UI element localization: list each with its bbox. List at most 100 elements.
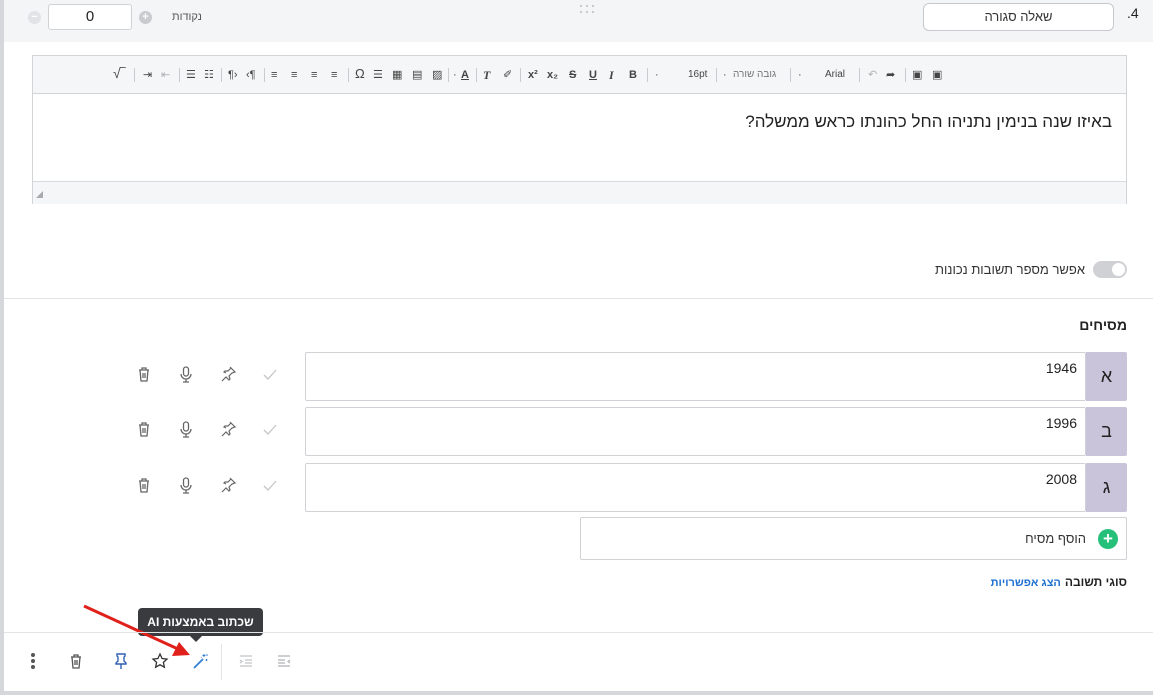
ltr-icon[interactable]: ¶› <box>228 68 238 82</box>
microphone-icon[interactable] <box>177 476 197 496</box>
add-distractor-button[interactable]: + הוסף מסיח <box>580 517 1127 560</box>
font-dropdown-icon[interactable]: · <box>798 68 802 82</box>
copy-icon[interactable]: ▣ <box>932 68 942 82</box>
formula-icon[interactable]: √‾ <box>113 66 125 80</box>
subscript-icon[interactable]: x₂ <box>547 68 558 82</box>
microphone-icon[interactable] <box>177 420 197 440</box>
distractor-input[interactable]: 1996 <box>305 407 1086 456</box>
distractor-input[interactable]: 1946 <box>305 352 1086 401</box>
font-family-select[interactable]: Arial <box>825 68 845 82</box>
toolbar-separator <box>905 68 906 82</box>
section-divider <box>4 298 1153 299</box>
toolbar-separator <box>221 68 222 82</box>
align-center-icon[interactable]: ≡ <box>311 68 317 82</box>
toolbar-separator <box>264 68 265 82</box>
decrease-points-button[interactable]: − <box>28 11 41 24</box>
paste-icon[interactable]: ▣ <box>912 68 922 82</box>
trash-icon[interactable] <box>135 476 155 496</box>
distractor-actions <box>135 365 285 389</box>
microphone-icon[interactable] <box>177 365 197 385</box>
more-dropdown-icon[interactable]: · <box>655 68 659 82</box>
underline-icon[interactable]: U <box>589 68 597 82</box>
ai-magic-wand-icon[interactable] <box>191 652 209 670</box>
list-indent-icon[interactable] <box>237 652 255 670</box>
editor-status-bar <box>33 181 1126 204</box>
distractor-letter: א <box>1086 352 1127 401</box>
rich-text-editor: √‾ ⇥ ⇤ ☰ ☷ ¶› ‹¶ ≡ ≡ ≡ ≡ Ω ☰ ▦ ▤ ▨ · A T… <box>32 55 1127 204</box>
footer-divider <box>4 632 1153 633</box>
numbered-list-icon[interactable]: ☷ <box>204 68 214 82</box>
question-text-editor[interactable]: באיזו שנה בנימין נתניהו החל כהונתו כראש … <box>33 94 1126 181</box>
delete-question-icon[interactable] <box>67 652 85 670</box>
add-distractor-label: הוסף מסיח <box>1025 531 1086 546</box>
list-view-icon[interactable] <box>275 652 293 670</box>
editor-toolbar: √‾ ⇥ ⇤ ☰ ☷ ¶› ‹¶ ≡ ≡ ≡ ≡ Ω ☰ ▦ ▤ ▨ · A T… <box>33 56 1126 94</box>
trash-icon[interactable] <box>135 365 155 385</box>
distractor-letter: ב <box>1086 407 1127 456</box>
check-icon[interactable] <box>261 365 281 385</box>
text-color-icon[interactable]: A <box>461 68 469 82</box>
plus-icon: + <box>1098 529 1118 549</box>
superscript-icon[interactable]: x² <box>528 68 538 82</box>
more-options-icon[interactable] <box>24 652 42 670</box>
pin-icon[interactable] <box>219 365 239 385</box>
horizontal-line-icon[interactable]: ☰ <box>373 68 383 82</box>
distractor-row: 1946 א <box>305 352 1127 401</box>
bulleted-list-icon[interactable]: ☰ <box>186 68 196 82</box>
toolbar-separator <box>134 68 135 82</box>
italic-icon[interactable]: I <box>609 68 614 82</box>
toolbar-separator <box>448 68 449 82</box>
align-right-icon[interactable]: ≡ <box>291 68 297 82</box>
align-justify-icon[interactable]: ≡ <box>271 68 277 82</box>
clear-formatting-icon[interactable]: T <box>483 68 490 82</box>
toolbar-separator <box>790 68 791 82</box>
distractor-value: 2008 <box>1045 471 1077 487</box>
image-icon[interactable]: ▨ <box>432 68 442 82</box>
resize-handle-icon[interactable] <box>36 191 43 198</box>
increase-points-button[interactable]: + <box>139 11 152 24</box>
show-options-link[interactable]: הצג אפשרויות <box>991 577 1061 589</box>
toolbar-separator <box>716 68 717 82</box>
star-icon[interactable] <box>151 652 169 670</box>
bold-icon[interactable]: B <box>629 68 637 82</box>
align-left-icon[interactable]: ≡ <box>331 68 337 82</box>
toolbar-separator <box>348 68 349 82</box>
strikethrough-icon[interactable]: S <box>569 68 576 82</box>
format-painter-icon[interactable]: ✐ <box>503 68 512 82</box>
trash-icon[interactable] <box>135 420 155 440</box>
table-icon[interactable]: ▦ <box>392 68 402 82</box>
question-type-select[interactable]: שאלה סגורה <box>923 3 1114 31</box>
distractor-actions <box>135 476 285 500</box>
multiple-correct-label: אפשר מספר תשובות נכונות <box>935 262 1085 277</box>
toolbar-separator <box>647 68 648 82</box>
check-icon[interactable] <box>261 476 281 496</box>
distractor-row: 2008 ג <box>305 463 1127 512</box>
points-label: נקודות <box>172 11 202 23</box>
response-types: סוגי תשובההצג אפשרויות <box>980 575 1127 589</box>
line-height-dropdown-icon[interactable]: · <box>723 68 727 82</box>
embed-icon[interactable]: ▤ <box>412 68 422 82</box>
line-height-select[interactable]: גובה שורה <box>733 68 776 82</box>
multiple-correct-toggle[interactable] <box>1093 261 1127 278</box>
pin-icon[interactable] <box>219 476 239 496</box>
indent-icon[interactable]: ⇥ <box>143 68 152 82</box>
check-icon[interactable] <box>261 420 281 440</box>
pin-question-icon[interactable] <box>112 652 130 670</box>
special-character-icon[interactable]: Ω <box>355 67 365 81</box>
bottom-strip <box>0 691 1153 695</box>
text-color-dropdown-icon[interactable]: · <box>453 68 457 82</box>
redo-icon[interactable]: ➦ <box>886 68 895 82</box>
pin-icon[interactable] <box>219 420 239 440</box>
font-size-select[interactable]: 16pt <box>688 68 707 82</box>
points-input[interactable]: 0 <box>48 4 132 30</box>
outdent-icon[interactable]: ⇤ <box>161 68 170 82</box>
undo-icon[interactable]: ↶ <box>868 68 877 82</box>
rtl-icon[interactable]: ‹¶ <box>246 68 256 82</box>
distractor-actions <box>135 420 285 444</box>
distractors-title: מסיחים <box>1079 317 1127 333</box>
distractor-value: 1996 <box>1045 415 1077 431</box>
toolbar-separator <box>179 68 180 82</box>
toolbar-separator <box>859 68 860 82</box>
drag-handle-icon[interactable] <box>580 5 600 17</box>
distractor-input[interactable]: 2008 <box>305 463 1086 512</box>
